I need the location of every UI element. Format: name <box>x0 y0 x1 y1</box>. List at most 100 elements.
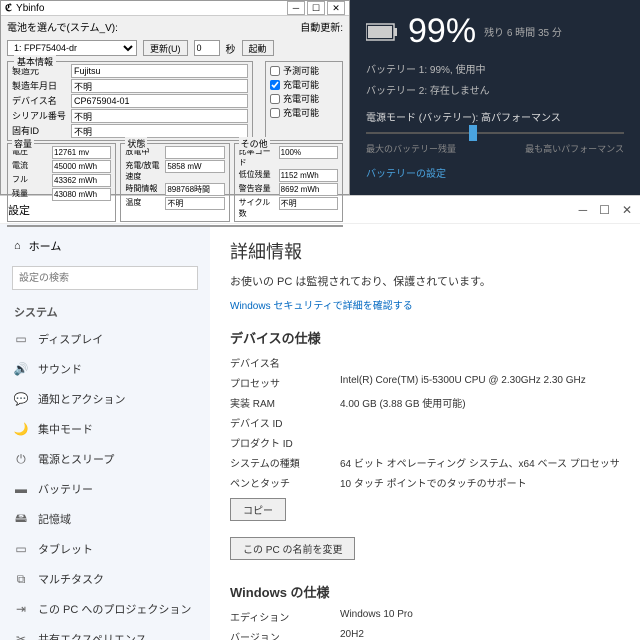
sidebar-icon: ▭ <box>14 542 28 556</box>
field-value[interactable] <box>71 64 248 78</box>
windows-spec-heading: Windows の仕様 <box>230 582 620 601</box>
spec-value: 10 タッチ ポイントでのタッチのサポート <box>340 475 620 490</box>
page-title: 詳細情報 <box>230 238 620 264</box>
interval-input[interactable] <box>194 40 220 56</box>
field-value[interactable] <box>71 124 248 138</box>
security-link[interactable]: Windows セキュリティで詳細を確認する <box>230 297 620 312</box>
minimize-button[interactable]: ─ <box>579 203 588 217</box>
csv-button[interactable]: 起動 <box>242 40 274 56</box>
battery-select[interactable]: 1: FPF75404-dr <box>7 40 137 56</box>
sidebar-label: サウンド <box>38 361 82 377</box>
window-title: Ybinfo <box>16 3 44 14</box>
spec-value <box>340 355 620 370</box>
battery-percent: 99% <box>408 12 476 51</box>
sidebar-icon: 💬 <box>14 392 28 406</box>
check-option[interactable]: 充電可能 <box>270 78 338 91</box>
maximize-button[interactable]: ☐ <box>307 1 325 15</box>
field-value[interactable] <box>71 79 248 93</box>
sidebar-label: 記憶域 <box>38 511 71 527</box>
device-spec-heading: デバイスの仕様 <box>230 328 620 347</box>
battery-flyout: 99% 残り 6 時間 35 分 バッテリー 1: 99%, 使用中 バッテリー… <box>350 0 640 195</box>
rename-pc-button[interactable]: この PC の名前を変更 <box>230 537 355 560</box>
field-label: 製造年月日 <box>12 79 67 93</box>
spec-label: デバイス名 <box>230 355 330 370</box>
protection-text: お使いの PC は監視されており、保護されています。 <box>230 274 620 291</box>
spec-label: エディション <box>230 609 330 624</box>
copy-button[interactable]: コピー <box>230 498 286 521</box>
info-box: 容量電圧電流フル残量 <box>7 143 116 222</box>
sidebar-item[interactable]: ▭ タブレット <box>0 534 210 564</box>
settings-window: 設定 ─ ☐ ✕ ⌂ホーム システム ▭ディスプレイ🔊サウンド💬通知とアクション… <box>0 196 640 640</box>
close-button[interactable]: ✕ <box>622 203 632 217</box>
check-option[interactable]: 充電可能 <box>270 92 338 105</box>
interval-unit: 秒 <box>226 41 236 56</box>
sidebar-item[interactable]: 💬 通知とアクション <box>0 384 210 414</box>
spec-label: プロダクト ID <box>230 435 330 450</box>
field-label: 固有ID <box>12 124 67 138</box>
sidebar-item[interactable]: ⏻ 電源とスリープ <box>0 444 210 474</box>
sidebar-item[interactable]: ▭ディスプレイ <box>0 324 210 354</box>
capacity-bar <box>7 225 343 227</box>
sidebar-label: 集中モード <box>38 421 93 437</box>
app-icon: ℭ <box>5 3 12 14</box>
search-input[interactable] <box>12 266 198 290</box>
close-button[interactable]: ✕ <box>327 1 345 15</box>
sidebar-label: 共有エクスペリエンス <box>38 631 147 640</box>
power-mode-label: 電源モード (バッテリー): 高パフォーマンス <box>366 109 624 124</box>
sidebar-icon: ⏻ <box>14 452 28 466</box>
spec-value <box>340 415 620 430</box>
spec-value: Windows 10 Pro <box>340 609 620 624</box>
battery1-status: バッテリー 1: 99%, 使用中 <box>366 61 624 76</box>
basic-info-group: 基本情報 製造元製造年月日デバイス名シリアル番号固有ID <box>7 61 253 141</box>
check-option[interactable]: 充電可能 <box>270 106 338 119</box>
spec-label: ペンとタッチ <box>230 475 330 490</box>
sidebar-icon: ⧉ <box>14 572 28 586</box>
battery2-status: バッテリー 2: 存在しません <box>366 82 624 97</box>
spec-value: 4.00 GB (3.88 GB 使用可能) <box>340 395 620 410</box>
select-label: 電池を選んで(ステム_V): <box>7 19 118 34</box>
sidebar-item[interactable]: 🌙 集中モード <box>0 414 210 444</box>
home-icon: ⌂ <box>14 240 21 252</box>
field-label: シリアル番号 <box>12 109 67 123</box>
sidebar-label: 通知とアクション <box>38 391 125 407</box>
slider-high-label: 最も高いパフォーマンス <box>525 142 624 155</box>
update-button[interactable]: 更新(U) <box>143 40 188 56</box>
sidebar-item[interactable]: ⧉ マルチタスク <box>0 564 210 594</box>
sidebar-label: バッテリー <box>38 481 93 497</box>
sidebar-label: この PC へのプロジェクション <box>38 601 191 617</box>
spec-label: バージョン <box>230 629 330 640</box>
sidebar-item[interactable]: ✂共有エクスペリエンス <box>0 624 210 640</box>
field-value[interactable] <box>71 109 248 123</box>
power-slider[interactable]: 最大のバッテリー残量 最も高いパフォーマンス <box>366 132 624 155</box>
battery-settings-link[interactable]: バッテリーの設定 <box>366 165 624 180</box>
sidebar-icon: 🖴 <box>14 512 28 526</box>
home-link[interactable]: ⌂ホーム <box>0 232 210 260</box>
spec-label: システムの種類 <box>230 455 330 470</box>
interval-label: 自動更新: <box>300 19 343 34</box>
check-option[interactable]: 予測可能 <box>270 64 338 77</box>
spec-value <box>340 435 620 450</box>
field-value[interactable] <box>71 94 248 108</box>
sidebar-icon: 🔊 <box>14 362 28 376</box>
titlebar: ℭ Ybinfo ─ ☐ ✕ <box>1 1 349 16</box>
sidebar-label: マルチタスク <box>38 571 104 587</box>
maximize-button[interactable]: ☐ <box>599 203 610 217</box>
sidebar-icon: ▭ <box>14 332 28 346</box>
sidebar-label: 電源とスリープ <box>38 451 114 467</box>
sidebar-icon: ⇥ <box>14 602 28 616</box>
category-label: システム <box>0 296 210 324</box>
sidebar-item[interactable]: ▬ バッテリー <box>0 474 210 504</box>
spec-label: 実装 RAM <box>230 395 330 410</box>
checks-group: 予測可能充電可能充電可能充電可能 <box>265 61 343 141</box>
time-remaining: 残り 6 時間 35 分 <box>484 24 562 39</box>
sidebar-item[interactable]: 🖴 記憶域 <box>0 504 210 534</box>
ybinfo-window: ℭ Ybinfo ─ ☐ ✕ 電池を選んで(ステム_V): 自動更新: 1: F… <box>0 0 350 195</box>
sidebar-label: タブレット <box>38 541 93 557</box>
sidebar-item[interactable]: 🔊 サウンド <box>0 354 210 384</box>
sidebar-item[interactable]: ⇥ この PC へのプロジェクション <box>0 594 210 624</box>
spec-label: プロセッサ <box>230 375 330 390</box>
sidebar-icon: ▬ <box>14 482 28 496</box>
spec-value: Intel(R) Core(TM) i5-5300U CPU @ 2.30GHz… <box>340 375 620 390</box>
minimize-button[interactable]: ─ <box>287 1 305 15</box>
sidebar-icon: 🌙 <box>14 422 28 436</box>
